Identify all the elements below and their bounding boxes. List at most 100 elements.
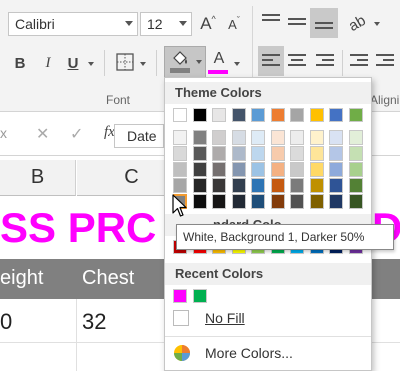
font-name-dropdown-icon[interactable]: [125, 21, 133, 26]
theme-shade-swatch[interactable]: [212, 178, 226, 193]
theme-shade-swatch[interactable]: [329, 130, 343, 145]
theme-shade-swatch[interactable]: [251, 130, 265, 145]
font-color-indicator: [208, 70, 228, 74]
font-name-value: Calibri: [15, 16, 55, 32]
theme-shade-swatch[interactable]: [192, 162, 207, 177]
underline-dropdown-icon[interactable]: [88, 62, 94, 66]
theme-shade-swatch[interactable]: [192, 178, 207, 193]
theme-shade-swatch[interactable]: [251, 178, 265, 193]
theme-color-swatch[interactable]: [329, 108, 343, 122]
fill-color-button[interactable]: [164, 46, 206, 78]
theme-color-swatch[interactable]: [173, 108, 187, 122]
theme-shade-swatch[interactable]: [251, 194, 265, 209]
orientation-dropdown-icon[interactable]: [374, 22, 380, 26]
theme-shade-swatch[interactable]: [348, 162, 363, 177]
theme-shade-swatch[interactable]: [309, 178, 324, 193]
theme-shade-swatch[interactable]: [270, 194, 285, 209]
color-palette-icon: [174, 345, 190, 361]
underline-button[interactable]: U: [64, 52, 82, 74]
theme-color-swatch[interactable]: [290, 108, 304, 122]
theme-shade-swatch[interactable]: [309, 194, 324, 209]
more-colors-item[interactable]: More Colors...: [173, 344, 293, 362]
theme-shade-swatch[interactable]: [290, 178, 304, 193]
increase-font-size-icon: A: [200, 14, 212, 33]
theme-shade-swatch[interactable]: [329, 162, 343, 177]
enter-icon[interactable]: ✓: [70, 124, 83, 144]
header-cell-weight: eight: [0, 267, 44, 289]
borders-dropdown-icon[interactable]: [140, 62, 146, 66]
theme-shade-swatch[interactable]: [192, 146, 207, 161]
formula-input[interactable]: Date: [114, 124, 164, 148]
middle-align-icon[interactable]: [288, 18, 306, 28]
no-fill-item[interactable]: No Fill: [173, 310, 245, 326]
theme-shade-swatch[interactable]: [231, 178, 246, 193]
cancel-icon[interactable]: ✕: [36, 124, 49, 144]
font-size-dropdown-icon[interactable]: [179, 21, 187, 26]
decrease-font-size-button[interactable]: Aˇ: [224, 12, 244, 36]
italic-button[interactable]: I: [38, 52, 58, 74]
theme-shade-swatch[interactable]: [348, 178, 363, 193]
theme-shade-swatch[interactable]: [251, 162, 265, 177]
theme-shade-swatch[interactable]: [309, 130, 324, 145]
menu-divider: [165, 336, 371, 337]
align-left-button[interactable]: [258, 46, 284, 76]
theme-color-swatch[interactable]: [309, 108, 324, 122]
theme-shade-swatch[interactable]: [329, 178, 343, 193]
theme-shade-swatch[interactable]: [231, 130, 246, 145]
bottom-align-button[interactable]: [310, 8, 338, 38]
theme-shade-swatch[interactable]: [270, 162, 285, 177]
theme-shade-swatch[interactable]: [231, 194, 246, 209]
font-color-dropdown-icon[interactable]: [234, 62, 240, 66]
theme-color-swatch[interactable]: [212, 108, 226, 122]
theme-shade-swatch[interactable]: [173, 178, 187, 193]
theme-shade-swatch[interactable]: [212, 146, 226, 161]
theme-shade-swatch[interactable]: [173, 146, 187, 161]
recent-color-swatch[interactable]: [173, 289, 187, 303]
theme-shade-swatch[interactable]: [348, 146, 363, 161]
theme-color-swatch[interactable]: [231, 108, 246, 122]
theme-shade-swatch[interactable]: [270, 130, 285, 145]
theme-shade-swatch[interactable]: [192, 194, 207, 209]
font-name-box[interactable]: Calibri: [8, 12, 138, 36]
borders-icon[interactable]: [116, 53, 134, 71]
theme-shade-swatch[interactable]: [251, 146, 265, 161]
theme-shade-swatch[interactable]: [212, 162, 226, 177]
theme-shade-swatch[interactable]: [329, 146, 343, 161]
theme-shade-swatch[interactable]: [290, 130, 304, 145]
theme-shade-swatch[interactable]: [212, 130, 226, 145]
font-color-icon[interactable]: A: [210, 50, 228, 68]
top-align-icon[interactable]: [262, 14, 280, 29]
theme-color-swatch[interactable]: [348, 108, 363, 122]
theme-color-swatch[interactable]: [251, 108, 265, 122]
decrease-indent-icon[interactable]: [350, 54, 368, 69]
bold-button[interactable]: B: [10, 52, 30, 74]
font-size-box[interactable]: 12: [140, 12, 192, 36]
theme-shade-swatch[interactable]: [212, 194, 226, 209]
theme-shade-swatch[interactable]: [270, 178, 285, 193]
theme-shade-swatch[interactable]: [290, 194, 304, 209]
name-box-edge: x: [0, 125, 7, 141]
align-right-icon[interactable]: [316, 54, 334, 69]
theme-color-swatch[interactable]: [192, 108, 207, 122]
theme-shade-swatch[interactable]: [348, 130, 363, 145]
theme-shade-swatch[interactable]: [290, 146, 304, 161]
theme-shade-swatch[interactable]: [329, 194, 343, 209]
theme-shade-swatch[interactable]: [192, 130, 207, 145]
recent-color-swatch[interactable]: [192, 289, 207, 303]
theme-shade-swatch[interactable]: [173, 162, 187, 177]
orientation-icon[interactable]: ab: [342, 8, 372, 38]
theme-shade-swatch[interactable]: [348, 194, 363, 209]
increase-font-size-button[interactable]: A ^: [198, 12, 218, 36]
theme-color-swatch[interactable]: [270, 108, 285, 122]
theme-shade-swatch[interactable]: [290, 162, 304, 177]
theme-shade-swatch[interactable]: [231, 162, 246, 177]
theme-shade-swatch[interactable]: [270, 146, 285, 161]
column-header-b[interactable]: B: [0, 160, 76, 196]
theme-shade-swatch[interactable]: [309, 146, 324, 161]
theme-shade-swatch[interactable]: [309, 162, 324, 177]
increase-indent-icon[interactable]: [376, 54, 394, 69]
theme-shade-swatch[interactable]: [231, 146, 246, 161]
fill-color-dropdown-icon[interactable]: [196, 60, 202, 64]
align-center-icon[interactable]: [288, 54, 306, 69]
theme-shade-swatch[interactable]: [173, 130, 187, 145]
